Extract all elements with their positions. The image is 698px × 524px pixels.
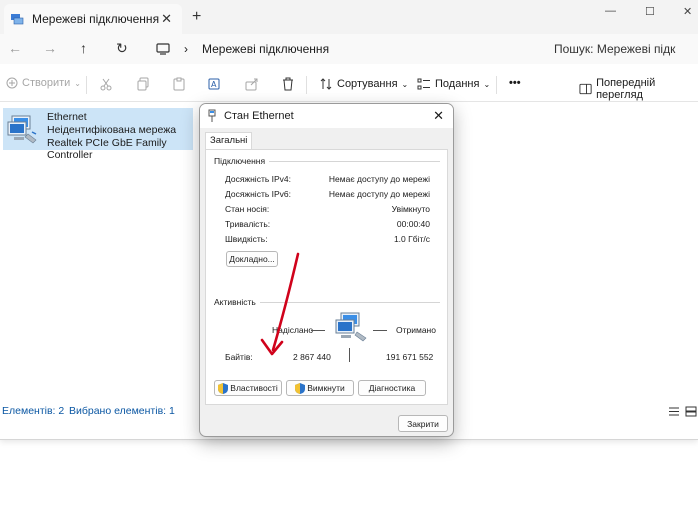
- copy-icon[interactable]: [136, 77, 150, 91]
- sort-button[interactable]: Сортування ⌄: [319, 77, 408, 91]
- breadcrumb: Мережеві підключення: [202, 42, 330, 56]
- item-adapter: Realtek PCIe GbE Family Controller: [47, 137, 167, 161]
- speed-label: Швидкість:: [225, 234, 268, 244]
- address-bar[interactable]: › Мережеві підключення: [148, 37, 528, 61]
- duration-label: Тривалість:: [225, 219, 271, 229]
- command-bar: Створити ⌄ A Сортування ⌄ Подання ⌄ ••• …: [0, 68, 698, 102]
- svg-text:A: A: [211, 80, 217, 89]
- new-tab-button[interactable]: +: [192, 9, 201, 25]
- bytes-received-value: 191 671 552: [386, 352, 434, 362]
- toolbar-divider: [306, 76, 307, 94]
- bytes-label: Байтів:: [225, 352, 253, 362]
- computer-icon: [156, 43, 170, 55]
- details-button[interactable]: Докладно...: [226, 251, 278, 267]
- minimize-button[interactable]: —: [605, 5, 616, 17]
- dialog-titlebar: Стан Ethernet ✕: [200, 104, 453, 128]
- navigation-bar: ← → ↑ ↻ › Мережеві підключення Пошук: Ме…: [0, 34, 698, 64]
- up-arrow-icon[interactable]: ↑: [80, 41, 87, 55]
- disable-button[interactable]: Вимкнути: [286, 380, 354, 396]
- network-folder-icon: [11, 14, 24, 25]
- status-selected-count: Вибрано елементів: 1: [69, 405, 175, 417]
- status-element-count: Елементів: 2: [2, 405, 65, 417]
- close-dialog-button[interactable]: Закрити: [398, 415, 448, 432]
- forward-arrow-icon[interactable]: →: [43, 41, 57, 55]
- dialog-panel: Підключення Досяжність IPv4: Немає досту…: [205, 149, 448, 405]
- speed-value: 1.0 Гбіт/с: [393, 234, 430, 244]
- tab-strip: Мережеві підключення ✕ + — ☐ ✕: [0, 0, 698, 34]
- uac-shield-icon: [295, 382, 306, 394]
- cut-icon[interactable]: [99, 77, 113, 91]
- item-name: Ethernet: [47, 111, 87, 123]
- ipv4-label: Досяжність IPv4:: [225, 174, 292, 184]
- media-state-value: Увімкнуто: [391, 204, 430, 214]
- tab-network-connections[interactable]: Мережеві підключення ✕: [4, 4, 182, 34]
- details-view-icon[interactable]: [668, 406, 680, 417]
- preview-pane-button[interactable]: Попередній перегляд: [579, 77, 698, 101]
- tab-close-icon[interactable]: ✕: [161, 11, 172, 27]
- activity-group-title: Активність: [214, 297, 260, 307]
- view-list-icon: [417, 78, 430, 90]
- delete-icon[interactable]: [281, 77, 295, 91]
- received-label: Отримано: [396, 325, 436, 335]
- tab-label: Мережеві підключення: [32, 12, 160, 26]
- ipv4-value: Немає доступу до мережі: [328, 174, 430, 184]
- toolbar-divider: [496, 76, 497, 94]
- tiles-view-icon[interactable]: [685, 406, 697, 417]
- bytes-sent-value: 2 867 440: [293, 352, 331, 362]
- activity-divider: [349, 348, 350, 362]
- sent-label: Надіслано: [272, 325, 314, 335]
- plus-circle-icon: [6, 77, 18, 89]
- sort-icon: [320, 78, 332, 90]
- preview-pane-icon: [579, 83, 592, 95]
- received-dash: [373, 330, 387, 331]
- ipv6-label: Досяжність IPv6:: [225, 189, 292, 199]
- sent-dash: [311, 330, 325, 331]
- list-item-ethernet[interactable]: Ethernet Неідентифікована мережа Realtek…: [3, 108, 193, 161]
- media-state-label: Стан носія:: [225, 204, 270, 214]
- view-button[interactable]: Подання ⌄: [417, 77, 490, 91]
- rename-icon[interactable]: A: [208, 77, 222, 91]
- properties-button[interactable]: Властивості: [214, 380, 282, 396]
- uac-shield-icon: [218, 382, 229, 394]
- create-button[interactable]: Створити ⌄: [6, 77, 81, 89]
- ethernet-adapter-icon: [7, 115, 37, 144]
- chevron-right-icon: ›: [184, 42, 188, 56]
- network-cable-icon: [208, 109, 216, 122]
- diagnostics-button[interactable]: Діагностика: [358, 380, 426, 396]
- dialog-close-icon[interactable]: ✕: [433, 108, 444, 124]
- ipv6-value: Немає доступу до мережі: [328, 189, 430, 199]
- back-arrow-icon[interactable]: ←: [8, 41, 22, 55]
- item-status: Неідентифікована мережа: [47, 124, 177, 136]
- network-activity-icon: [335, 312, 367, 342]
- refresh-icon[interactable]: ↻: [116, 41, 128, 55]
- search-input[interactable]: Пошук: Мережеві підк: [540, 37, 698, 61]
- connection-group-title: Підключення: [214, 156, 270, 166]
- toolbar-divider: [86, 76, 87, 94]
- ethernet-status-dialog: Стан Ethernet ✕ Загальні Підключення Дос…: [199, 103, 454, 437]
- tab-general[interactable]: Загальні: [205, 132, 253, 150]
- dialog-title: Стан Ethernet: [224, 110, 294, 122]
- share-icon[interactable]: [245, 77, 259, 91]
- maximize-button[interactable]: ☐: [645, 5, 655, 18]
- duration-value: 00:00:40: [396, 219, 430, 229]
- close-window-button[interactable]: ✕: [683, 5, 692, 18]
- more-options-button[interactable]: •••: [509, 77, 521, 89]
- paste-icon[interactable]: [172, 77, 186, 91]
